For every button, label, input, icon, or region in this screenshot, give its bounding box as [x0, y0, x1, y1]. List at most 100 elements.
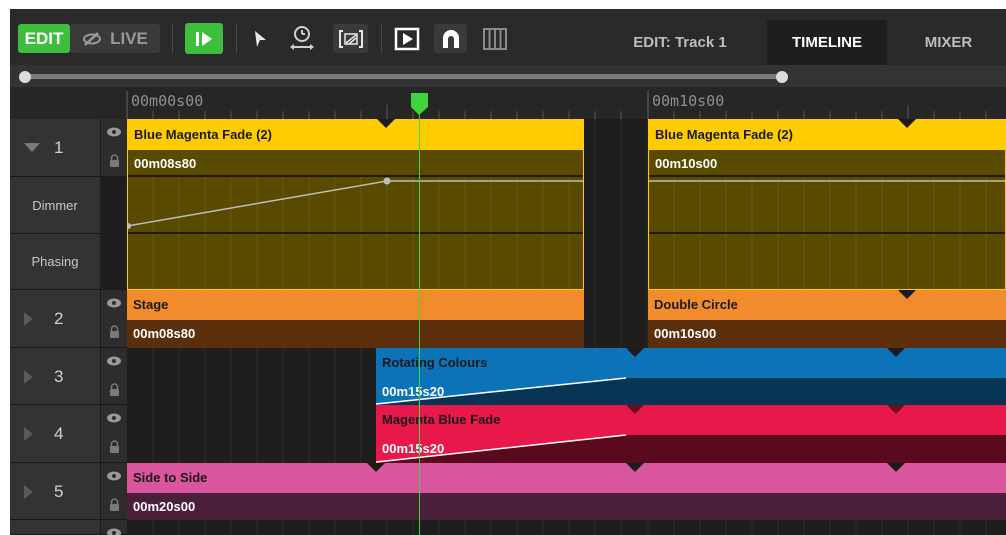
visibility-eye-icon[interactable]: [106, 411, 122, 425]
track-header-1[interactable]: 1: [10, 119, 100, 177]
lock-icon[interactable]: [106, 153, 122, 167]
clip-marker-icon[interactable]: [626, 348, 644, 357]
time-stretch-icon: [288, 25, 316, 51]
tab-edit-track-label: EDIT: Track 1: [633, 34, 727, 51]
clip-blue-magenta-fade-b[interactable]: Blue Magenta Fade (2) 00m10s00: [648, 119, 1006, 290]
scroll-range-start-handle[interactable]: [19, 71, 31, 83]
track-header-4[interactable]: 4: [10, 405, 100, 463]
clip-marker-icon[interactable]: [367, 463, 385, 472]
tracks-area: 1 Dimmer Phasing Blue Magenta Fade (2) 0…: [10, 119, 1006, 535]
playhead-line[interactable]: [419, 99, 420, 535]
tab-mixer[interactable]: MIXER: [891, 20, 1006, 65]
clip-marker-icon[interactable]: [887, 463, 905, 472]
track-controls-6: [100, 520, 127, 535]
lane-label-phasing: Phasing: [31, 254, 79, 269]
grid-icon: [483, 27, 507, 50]
eye-off-icon: [82, 31, 102, 47]
live-mode-button[interactable]: LIVE: [70, 24, 160, 53]
tab-edit-track[interactable]: EDIT: Track 1: [615, 20, 745, 65]
clip-side-to-side[interactable]: Side to Side 00m20s00: [127, 463, 1006, 520]
pointer-tool-button[interactable]: [246, 25, 274, 53]
clip-marker-icon[interactable]: [626, 405, 644, 414]
clip-stage[interactable]: Stage 00m08s80: [127, 290, 584, 348]
clip-marker-icon[interactable]: [887, 348, 905, 357]
expand-triangle-icon[interactable]: [24, 485, 33, 499]
track-number-2: 2: [54, 309, 64, 328]
clip-title-bar: [127, 290, 584, 320]
clip-automation: [128, 175, 583, 289]
track-controls-2: [100, 290, 127, 348]
play-icon: [194, 30, 214, 48]
preview-icon: [394, 27, 420, 51]
select-region-icon: [338, 29, 363, 49]
track-controls-4: [100, 405, 127, 463]
track-controls-5: [100, 463, 127, 520]
clip-marker-icon[interactable]: [898, 290, 916, 299]
app-window: EDIT LIVE EDIT: Track 1 TIMELINE MIXER 0…: [10, 9, 1006, 535]
clip-duration: 00m15s20: [382, 441, 445, 456]
scroll-range-end-handle[interactable]: [776, 71, 788, 83]
track-number-4: 4: [54, 424, 64, 443]
clip-blue-magenta-fade-a[interactable]: Blue Magenta Fade (2) 00m08s80: [127, 119, 584, 290]
track-header-2[interactable]: 2: [10, 290, 100, 348]
pointer-icon: [252, 30, 268, 48]
visibility-eye-icon[interactable]: [106, 125, 122, 139]
track-number-1: 1: [54, 138, 64, 157]
clip-marker-icon[interactable]: [626, 463, 644, 472]
clip-rotating-colours[interactable]: Rotating Colours 00m15s20: [376, 348, 1006, 405]
track-number-5: 5: [54, 482, 64, 501]
play-button[interactable]: [185, 23, 223, 54]
lane-label-dimmer: Dimmer: [32, 197, 78, 213]
expand-triangle-icon[interactable]: [24, 370, 33, 384]
track-header-5[interactable]: 5: [10, 463, 100, 520]
clip-duration: 00m15s20: [382, 384, 445, 399]
preview-toggle-button[interactable]: [392, 24, 422, 53]
snap-toggle-button[interactable]: [434, 24, 467, 53]
clip-marker-icon[interactable]: [898, 119, 916, 128]
clip-duration: 00m20s00: [133, 499, 196, 514]
clip-name: Magenta Blue Fade: [382, 412, 501, 427]
clip-marker-icon[interactable]: [377, 119, 395, 128]
visibility-eye-icon[interactable]: [106, 354, 122, 368]
visibility-eye-icon[interactable]: [106, 526, 122, 535]
clip-name: Stage: [133, 297, 169, 312]
track-header-6[interactable]: [10, 520, 100, 535]
lock-icon[interactable]: [106, 439, 122, 453]
collapse-triangle-icon[interactable]: [24, 143, 40, 152]
clip-magenta-blue-fade[interactable]: Magenta Blue Fade 00m15s20: [376, 405, 1006, 463]
time-stretch-tool-button[interactable]: [286, 23, 318, 53]
lane-header-phasing[interactable]: Phasing: [10, 234, 100, 290]
select-region-tool-button[interactable]: [333, 24, 368, 53]
clip-name: Rotating Colours: [382, 355, 488, 370]
visibility-eye-icon[interactable]: [106, 296, 122, 310]
live-mode-label: LIVE: [110, 28, 148, 48]
tab-timeline-label: TIMELINE: [792, 34, 862, 51]
tab-mixer-label: MIXER: [924, 34, 973, 51]
clip-name: Side to Side: [133, 470, 208, 485]
clip-double-circle[interactable]: Double Circle 00m10s00: [648, 290, 1006, 348]
lock-icon[interactable]: [106, 497, 122, 511]
lock-icon[interactable]: [106, 382, 122, 396]
track-number-3: 3: [54, 367, 64, 386]
visibility-eye-icon[interactable]: [106, 469, 122, 483]
toolbar: EDIT LIVE EDIT: Track 1 TIMELINE MIXER: [10, 9, 1006, 65]
expand-triangle-icon[interactable]: [24, 312, 33, 326]
clip-name: Double Circle: [654, 297, 738, 312]
toolbar-divider: [172, 23, 173, 53]
ruler-mark-1: 00m10s00: [652, 92, 725, 110]
clip-marker-icon[interactable]: [887, 405, 905, 414]
lock-icon[interactable]: [106, 324, 122, 338]
expand-triangle-icon[interactable]: [24, 427, 33, 441]
track-controls-1: [100, 119, 127, 177]
ruler-mark-0: 00m00s00: [131, 92, 204, 110]
edit-mode-button[interactable]: EDIT: [18, 24, 70, 53]
edit-mode-label: EDIT: [24, 28, 64, 48]
toolbar-divider: [236, 23, 237, 53]
grid-toggle-button[interactable]: [480, 24, 510, 53]
scroll-range-track[interactable]: [24, 74, 782, 79]
clip-automation: [649, 175, 1005, 289]
clip-title-bar: [127, 463, 1006, 493]
lane-header-dimmer[interactable]: Dimmer: [10, 177, 100, 234]
track-header-3[interactable]: 3: [10, 348, 100, 405]
tab-timeline[interactable]: TIMELINE: [767, 20, 887, 65]
